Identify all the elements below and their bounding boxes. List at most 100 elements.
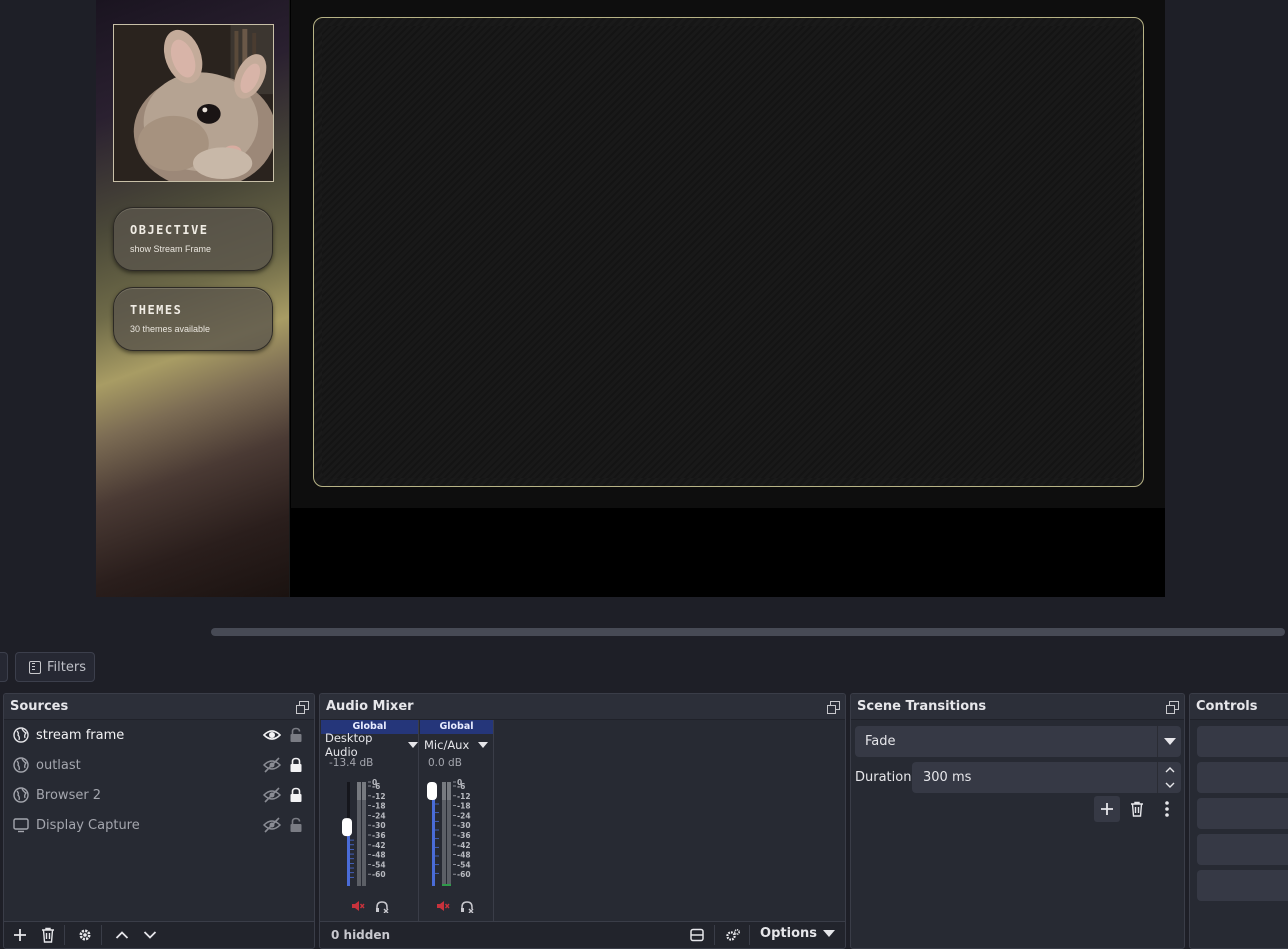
eye-hidden-icon[interactable] (263, 817, 281, 833)
remove-source-button[interactable] (36, 924, 60, 946)
level-bar-peak (447, 782, 451, 800)
toolbar-divider (101, 925, 102, 945)
volume-fader-handle[interactable] (427, 782, 437, 800)
audio-mixer-header: Audio Mixer (320, 694, 845, 720)
scale-label: -48 (372, 851, 386, 860)
objective-card-title: OBJECTIVE (130, 223, 209, 237)
eye-hidden-icon[interactable] (263, 757, 281, 773)
unlock-icon[interactable] (289, 727, 303, 743)
headphones-off-icon[interactable] (375, 900, 389, 913)
source-name: stream frame (36, 727, 125, 743)
level-bar-peak (362, 782, 366, 800)
more-vertical-icon (1165, 801, 1169, 817)
source-item[interactable]: outlast (4, 750, 314, 780)
stream-canvas[interactable]: OBJECTIVE show Stream Frame THEMES 30 th… (96, 0, 1165, 597)
caret-down-icon (408, 742, 418, 748)
toolbar-divider (64, 925, 65, 945)
start-streaming-button[interactable] (1197, 726, 1288, 757)
headphones-off-icon[interactable] (460, 900, 474, 913)
channel-global-badge: Global (420, 720, 493, 734)
advanced-audio-gear-icon[interactable] (725, 928, 741, 942)
scene-transitions-dock: Scene Transitions Fade Duration 300 ms (850, 693, 1185, 949)
undock-icon[interactable] (1166, 700, 1179, 714)
plus-icon (1101, 803, 1113, 815)
scale-label: -30 (457, 821, 471, 830)
stepper-up-icon[interactable] (1158, 762, 1181, 778)
volume-meter[interactable]: 0-6-12-18-24-30-36-42-48-54-60 (426, 778, 492, 890)
channel-name-dropdown[interactable]: Mic/Aux (420, 734, 493, 756)
source-item[interactable]: Display Capture (4, 810, 314, 840)
channel-db-readout: -13.4 dB (329, 757, 374, 769)
monitor-icon (13, 818, 29, 833)
options-button[interactable]: Options (760, 926, 835, 941)
eye-hidden-icon[interactable] (263, 787, 281, 803)
eye-icon[interactable] (263, 727, 281, 743)
duration-label: Duration (855, 770, 912, 785)
fader-fill (432, 790, 435, 886)
source-properties-button[interactable] (73, 924, 97, 946)
undock-icon[interactable] (296, 700, 309, 714)
chinchilla-photo (113, 24, 274, 182)
sources-dock: Sources stream frame outlast Browser 2 D… (3, 693, 315, 949)
options-button-label: Options (760, 926, 817, 941)
properties-button[interactable] (0, 652, 8, 682)
caret-down-icon (823, 930, 835, 937)
horizontal-scrollbar[interactable] (0, 624, 1288, 639)
chevron-down-icon (1157, 726, 1181, 757)
start-recording-button[interactable] (1197, 762, 1288, 793)
speaker-muted-icon[interactable] (351, 900, 365, 912)
filters-button[interactable]: Filters (15, 652, 95, 682)
level-bar-signal (442, 884, 451, 886)
sources-toolbar (4, 921, 314, 948)
stream-frame-border (313, 17, 1144, 487)
source-name: outlast (36, 757, 81, 773)
scale-label: -12 (457, 792, 471, 801)
toolbar-divider (714, 925, 715, 945)
scale-label: -36 (372, 831, 386, 840)
move-source-up-button[interactable] (110, 924, 134, 946)
transition-properties-button[interactable] (1154, 796, 1180, 822)
scrollbar-thumb[interactable] (211, 628, 1285, 636)
studio-mode-button[interactable] (1197, 834, 1288, 865)
duration-input[interactable]: 300 ms (912, 762, 1181, 793)
settings-button[interactable] (1197, 870, 1288, 901)
stream-frame-area (291, 0, 1165, 508)
source-item[interactable]: stream frame (4, 720, 314, 750)
level-bar-peak (357, 782, 361, 800)
start-virtual-camera-button[interactable] (1197, 798, 1288, 829)
unlock-icon[interactable] (289, 817, 303, 833)
duration-stepper[interactable] (1157, 762, 1181, 793)
speaker-muted-icon[interactable] (436, 900, 450, 912)
themes-card-subtitle: 30 themes available (130, 324, 211, 334)
transition-select[interactable]: Fade (855, 726, 1181, 757)
objective-card-subtitle: show Stream Frame (130, 244, 212, 254)
lock-icon[interactable] (289, 787, 303, 803)
scale-label: -24 (457, 811, 471, 820)
globe-icon (13, 727, 29, 743)
stepper-down-icon[interactable] (1158, 778, 1181, 794)
scale-label: -54 (372, 860, 386, 869)
layout-toggle-icon[interactable] (690, 928, 704, 942)
lock-icon[interactable] (289, 757, 303, 773)
transition-select-value: Fade (865, 734, 896, 749)
scale-label: -18 (372, 802, 386, 811)
undock-icon[interactable] (827, 700, 840, 714)
source-name: Browser 2 (36, 787, 102, 803)
plus-icon (14, 929, 26, 941)
filters-button-label: Filters (47, 659, 86, 675)
volume-meter[interactable]: 0-6-12-18-24-30-36-42-48-54-60 (341, 778, 407, 890)
scene-transitions-header: Scene Transitions (851, 694, 1184, 720)
channel-name-dropdown[interactable]: Desktop Audio (321, 731, 418, 759)
add-source-button[interactable] (8, 924, 32, 946)
scale-label: -60 (457, 870, 471, 879)
add-transition-button[interactable] (1094, 796, 1120, 822)
move-source-down-button[interactable] (138, 924, 162, 946)
remove-transition-button[interactable] (1124, 796, 1150, 822)
level-bar-peak (442, 782, 446, 800)
volume-fader-handle[interactable] (342, 818, 352, 837)
preview-area[interactable]: OBJECTIVE show Stream Frame THEMES 30 th… (0, 0, 1288, 624)
controls-dock: Controls (1189, 693, 1288, 949)
hidden-count-label[interactable]: 0 hidden (331, 928, 390, 942)
source-item[interactable]: Browser 2 (4, 780, 314, 810)
mixer-channel-mic-aux: Global Mic/Aux 0.0 dB 0 -6 -12 -18 -24 -30 -36… (420, 720, 494, 922)
